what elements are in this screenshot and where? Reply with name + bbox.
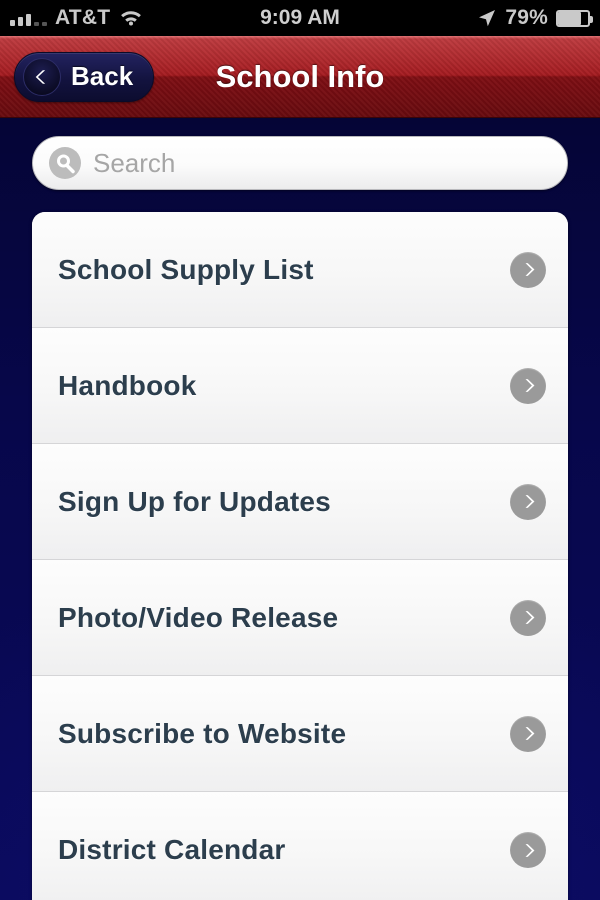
chevron-right-icon[interactable] (510, 367, 546, 404)
list-item[interactable]: Sign Up for Updates (32, 444, 568, 560)
chevron-left-icon (23, 57, 61, 96)
battery-icon (556, 9, 593, 27)
status-bar: AT&T 9:09 AM 79% (0, 0, 600, 36)
battery-percent-label: 79% (505, 6, 548, 29)
navigation-bar: Back School Info (0, 36, 600, 118)
carrier-label: AT&T (55, 6, 111, 29)
list-item[interactable]: Handbook (32, 328, 568, 444)
chevron-right-icon[interactable] (510, 599, 546, 636)
list-item-label: Sign Up for Updates (58, 485, 331, 517)
app-screen: AT&T 9:09 AM 79% Back School Info Search… (0, 0, 600, 900)
back-button-label: Back (71, 61, 134, 91)
signal-bars-icon (10, 10, 47, 26)
list-item-label: Photo/Video Release (58, 601, 339, 633)
chevron-right-icon[interactable] (510, 251, 546, 288)
menu-list: School Supply List Handbook Sign Up for … (32, 212, 568, 900)
clock-label: 9:09 AM (260, 6, 340, 29)
wifi-icon (118, 9, 144, 27)
status-bar-right: 79% (477, 6, 593, 30)
chevron-right-icon[interactable] (510, 715, 546, 752)
list-item-label: Handbook (58, 369, 197, 401)
list-item[interactable]: Photo/Video Release (32, 560, 568, 676)
search-bar[interactable] (32, 136, 568, 190)
location-arrow-icon (477, 8, 497, 28)
list-item[interactable]: School Supply List (32, 212, 568, 328)
status-bar-left: AT&T (10, 6, 144, 30)
list-item[interactable]: District Calendar (32, 792, 568, 900)
list-item-label: Subscribe to Website (58, 717, 347, 749)
back-button[interactable]: Back (14, 51, 155, 102)
search-area (0, 118, 600, 190)
list-item-label: School Supply List (58, 253, 314, 285)
list-item-label: District Calendar (58, 834, 286, 865)
chevron-right-icon[interactable] (510, 832, 546, 868)
search-icon (49, 147, 81, 179)
chevron-right-icon[interactable] (510, 483, 546, 520)
search-input[interactable] (93, 147, 551, 179)
list-item[interactable]: Subscribe to Website (32, 676, 568, 792)
